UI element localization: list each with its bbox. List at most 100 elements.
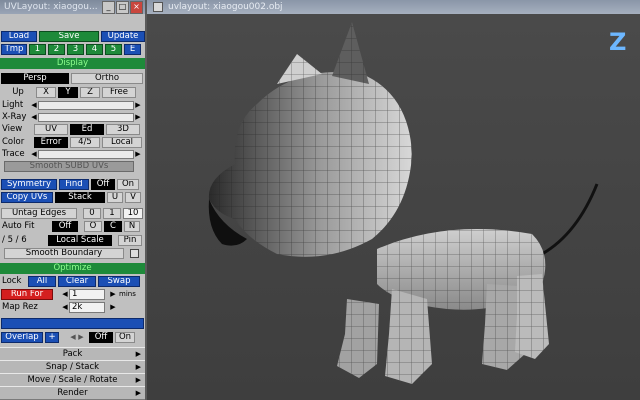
ortho-button[interactable]: Ortho — [71, 72, 143, 84]
minimize-icon[interactable]: _ — [102, 1, 115, 14]
display-header[interactable]: Display — [0, 57, 145, 69]
load-button[interactable]: Load — [1, 30, 37, 42]
pack-section[interactable]: Pack ▶ — [0, 347, 145, 361]
find-button[interactable]: Find — [59, 178, 89, 190]
auto-fit-c-button[interactable]: C — [104, 220, 122, 232]
run-for-input[interactable]: 1 — [69, 288, 105, 300]
light-slider[interactable] — [38, 100, 134, 110]
auto-fit-n-button[interactable]: N — [124, 220, 140, 232]
tmp-slot-4[interactable]: 4 — [86, 43, 103, 55]
xray-slider[interactable] — [38, 112, 134, 122]
tmp-slot-1[interactable]: 1 — [29, 43, 46, 55]
trace-slider[interactable] — [38, 149, 134, 159]
symmetry-off-button[interactable]: Off — [91, 178, 115, 190]
copy-uvs-button[interactable]: Copy UVs — [1, 191, 53, 203]
xray-right-arrow[interactable]: ▶ — [134, 112, 142, 123]
local-scale-button[interactable]: Local Scale — [48, 234, 112, 246]
overlap-left-arrow[interactable]: ◀ — [69, 332, 77, 343]
untag-1-button[interactable]: 1 — [103, 207, 121, 219]
lock-clear-button[interactable]: Clear — [58, 275, 96, 287]
snap-stack-label: Snap / Stack — [45, 362, 100, 372]
overlap-plus-button[interactable]: + — [45, 331, 59, 343]
app-icon — [153, 2, 163, 12]
save-button[interactable]: Save — [39, 30, 99, 42]
maximize-icon[interactable]: □ — [116, 1, 129, 14]
viewport-title: uvlayout: xiaogou002.obj — [168, 2, 283, 12]
panel-title: UVLayout: xiaogou... — [4, 2, 98, 12]
overlap-button[interactable]: Overlap — [1, 331, 43, 343]
snap-stack-section[interactable]: Snap / Stack ▶ — [0, 360, 145, 374]
overlap-on-button[interactable]: On — [115, 331, 135, 343]
tmp-slot-5[interactable]: 5 — [105, 43, 122, 55]
untag-edges-button[interactable]: Untag Edges — [1, 207, 77, 219]
map-rez-input[interactable]: 2k — [69, 301, 105, 313]
persp-button[interactable]: Persp — [1, 72, 69, 84]
up-label: Up — [12, 87, 24, 97]
tmp-button[interactable]: Tmp — [1, 43, 27, 55]
update-button[interactable]: Update — [101, 30, 145, 42]
expand-icon: ▶ — [135, 350, 141, 358]
viewport-titlebar: uvlayout: xiaogou002.obj — [147, 0, 640, 14]
map-rez-left-arrow[interactable]: ◀ — [61, 302, 69, 313]
split-label: / 5 / 6 — [2, 235, 27, 245]
color-local-button[interactable]: Local — [102, 136, 142, 148]
smooth-boundary-checkbox[interactable] — [130, 248, 139, 258]
watermark-logo: Z — [609, 28, 626, 56]
untag-10-button[interactable]: 10 — [123, 207, 143, 219]
up-x-button[interactable]: X — [36, 86, 56, 98]
view-3d-button[interactable]: 3D — [106, 123, 140, 135]
pin-button[interactable]: Pin — [118, 234, 142, 246]
symmetry-on-button[interactable]: On — [117, 178, 139, 190]
trace-left-arrow[interactable]: ◀ — [30, 149, 38, 160]
lock-swap-button[interactable]: Swap — [98, 275, 140, 287]
light-label: Light — [2, 100, 24, 110]
pack-label: Pack — [62, 349, 83, 359]
stack-button[interactable]: Stack — [55, 191, 105, 203]
tmp-slot-3[interactable]: 3 — [67, 43, 84, 55]
smooth-boundary-button[interactable]: Smooth Boundary — [4, 247, 124, 259]
run-for-button[interactable]: Run For — [1, 288, 53, 300]
close-icon[interactable]: × — [130, 1, 143, 14]
lock-all-button[interactable]: All — [28, 275, 56, 287]
map-rez-right-arrow[interactable]: ▶ — [109, 302, 117, 313]
map-rez-label: Map Rez — [2, 302, 38, 312]
tmp-slot-e[interactable]: E — [124, 43, 141, 55]
light-right-arrow[interactable]: ▶ — [134, 100, 142, 111]
free-button[interactable]: Free — [102, 86, 136, 98]
overlap-off-button[interactable]: Off — [89, 331, 113, 343]
auto-fit-off-button[interactable]: Off — [52, 220, 78, 232]
mins-label: mins — [119, 290, 136, 298]
color-45-button[interactable]: 4/5 — [70, 136, 100, 148]
xray-left-arrow[interactable]: ◀ — [30, 112, 38, 123]
viewport-window: uvlayout: xiaogou002.obj Z — [147, 0, 640, 400]
optimize-header[interactable]: Optimize — [0, 262, 145, 274]
run-for-right-arrow[interactable]: ▶ — [109, 289, 117, 300]
blue-bar-button[interactable] — [1, 317, 144, 329]
symmetry-button[interactable]: Symmetry — [1, 178, 57, 190]
copy-u-button[interactable]: U — [107, 191, 123, 203]
tmp-slot-2[interactable]: 2 — [48, 43, 65, 55]
expand-icon: ▶ — [135, 376, 141, 384]
overlap-right-arrow[interactable]: ▶ — [77, 332, 85, 343]
xray-label: X-Ray — [2, 112, 27, 122]
run-for-left-arrow[interactable]: ◀ — [61, 289, 69, 300]
up-z-button[interactable]: Z — [80, 86, 100, 98]
color-error-button[interactable]: Error — [34, 136, 68, 148]
untag-0-button[interactable]: 0 — [83, 207, 101, 219]
copy-v-button[interactable]: V — [125, 191, 141, 203]
move-scale-rotate-section[interactable]: Move / Scale / Rotate ▶ — [0, 373, 145, 387]
render-label: Render — [57, 388, 88, 398]
3d-viewport[interactable]: Z — [147, 14, 640, 400]
smooth-subd-uvs-button[interactable]: Smooth SUBD UVs — [4, 160, 134, 172]
render-section[interactable]: Render ▶ — [0, 386, 145, 400]
up-y-button[interactable]: Y — [58, 86, 78, 98]
expand-icon: ▶ — [135, 389, 141, 397]
light-left-arrow[interactable]: ◀ — [30, 100, 38, 111]
auto-fit-o-button[interactable]: O — [84, 220, 102, 232]
view-uv-button[interactable]: UV — [34, 123, 68, 135]
view-label: View — [2, 124, 23, 134]
trace-label: Trace — [2, 149, 25, 159]
trace-right-arrow[interactable]: ▶ — [134, 149, 142, 160]
view-ed-button[interactable]: Ed — [70, 123, 104, 135]
dog-model: Z — [147, 14, 640, 400]
